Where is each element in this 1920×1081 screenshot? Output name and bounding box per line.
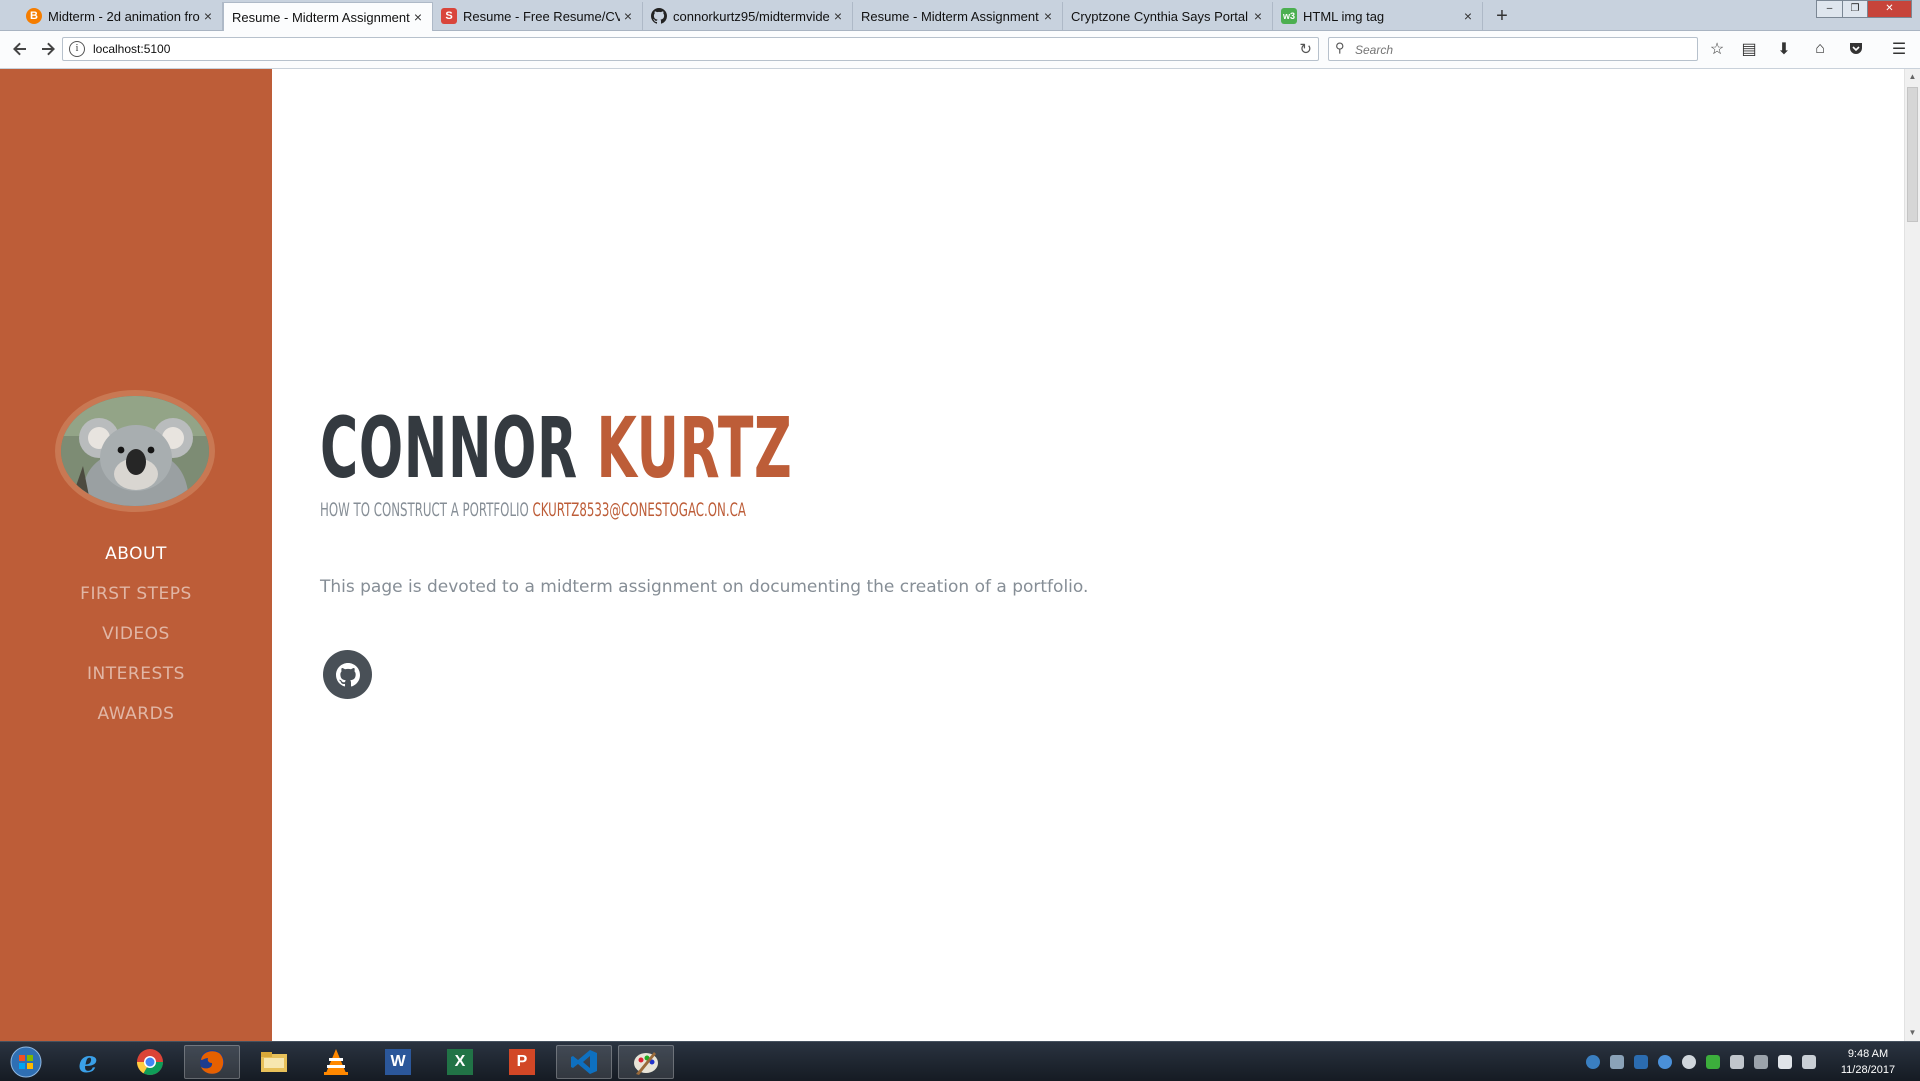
tab-title: Resume - Midterm Assignment [861,8,1039,24]
firefox-taskbar-icon[interactable] [184,1045,240,1079]
page-viewport: ABOUT FIRST STEPS VIDEOS INTERESTS AWARD… [0,69,1904,1041]
forward-button[interactable] [38,39,58,59]
system-clock[interactable]: 9:48 AM 11/28/2017 [1828,1046,1908,1078]
search-bar[interactable]: ⚲ [1328,37,1698,61]
vertical-scrollbar[interactable]: ▲ ▼ [1904,69,1920,1041]
close-window-button[interactable]: ✕ [1867,0,1912,18]
visual-studio-taskbar-icon[interactable] [556,1045,612,1079]
tab-1[interactable]: Resume - Midterm Assignment × [223,2,433,31]
tab-title: Resume - Midterm Assignment [232,9,410,25]
tray-flag-icon[interactable] [1778,1055,1792,1069]
close-icon[interactable]: × [1460,8,1476,24]
vlc-taskbar-icon[interactable] [308,1045,364,1079]
info-icon[interactable]: i [69,41,85,57]
scroll-down-icon[interactable]: ▼ [1905,1025,1920,1041]
tab-title: HTML img tag [1303,8,1385,24]
last-name: KURTZ [596,399,793,497]
close-icon[interactable]: × [830,8,846,24]
reading-list-icon[interactable]: ▤ [1739,39,1759,59]
tray-xbox-icon[interactable] [1682,1055,1696,1069]
sidebar-item-first-steps[interactable]: FIRST STEPS [0,574,272,614]
sidebar: ABOUT FIRST STEPS VIDEOS INTERESTS AWARD… [0,69,272,1041]
startbootstrap-icon: S [441,8,457,24]
tab-strip: B Midterm - 2d animation fron × Resume -… [0,0,1920,31]
tab-title: Cryptzone Cynthia Says Portal [1071,8,1249,24]
tray-network-icon[interactable] [1634,1055,1648,1069]
lead-paragraph: This page is devoted to a midterm assign… [320,577,1089,597]
subheading: HOW TO CONSTRUCT A PORTFOLIO CKURTZ8533@… [320,499,746,521]
tab-3[interactable]: connorkurtz95/midtermvide × [643,2,853,30]
close-icon[interactable]: × [200,8,216,24]
new-tab-button[interactable]: + [1490,4,1514,28]
blogger-icon: B [26,8,42,24]
close-icon[interactable]: × [410,9,426,25]
windows-start-orb-icon [10,1046,42,1078]
home-icon[interactable]: ⌂ [1810,39,1830,59]
word-taskbar-icon[interactable]: W [370,1045,426,1079]
back-arrow-icon [13,42,26,56]
tab-6[interactable]: w3 HTML img tag × [1273,2,1483,30]
file-explorer-taskbar-icon[interactable] [246,1045,302,1079]
tray-tools-icon[interactable] [1610,1055,1624,1069]
sidebar-item-awards[interactable]: AWARDS [0,694,272,734]
w3schools-icon: w3 [1281,8,1297,24]
menu-icon[interactable]: ☰ [1889,39,1909,59]
tray-sync-icon[interactable] [1754,1055,1768,1069]
tab-4[interactable]: Resume - Midterm Assignment × [853,2,1063,30]
excel-taskbar-icon[interactable]: X [432,1045,488,1079]
github-icon [651,8,667,24]
internet-explorer-taskbar-icon[interactable]: e [60,1045,116,1080]
taskbar: e W X P 9:48 AM 11/28/2017 [0,1041,1920,1081]
tray-cloud-icon[interactable] [1658,1055,1672,1069]
subheading-text: HOW TO CONSTRUCT A PORTFOLIO [320,499,529,521]
search-icon: ⚲ [1335,40,1345,55]
avatar [55,390,215,512]
clock-time: 9:48 AM [1847,1048,1889,1060]
tab-title: connorkurtz95/midtermvide [673,8,830,24]
first-name: CONNOR [320,399,578,497]
tray-app-icon[interactable] [1730,1055,1744,1069]
sidebar-nav: ABOUT FIRST STEPS VIDEOS INTERESTS AWARD… [0,534,272,734]
close-icon[interactable]: × [1040,8,1056,24]
download-icon[interactable]: ⬇ [1774,39,1794,59]
close-icon[interactable]: × [620,8,636,24]
back-button[interactable] [10,39,30,59]
tab-title: Midterm - 2d animation fron [48,8,200,24]
tab-title: Resume - Free Resume/CV Bo [463,8,620,24]
scroll-up-icon[interactable]: ▲ [1905,69,1920,85]
clock-date: 11/28/2017 [1840,1064,1896,1076]
reload-icon[interactable]: ↻ [1299,40,1312,58]
navigation-toolbar: i localhost:5100 ↻ ⚲ ☆ ▤ ⬇ ⌂ ☰ [0,31,1920,69]
url-text[interactable]: localhost:5100 [93,42,170,56]
search-input[interactable] [1353,40,1687,60]
email-link[interactable]: CKURTZ8533@CONESTOGAC.ON.CA [533,499,746,521]
github-button[interactable] [323,650,372,699]
forward-arrow-icon [42,42,55,56]
paint-taskbar-icon[interactable] [618,1045,674,1079]
pocket-icon[interactable] [1846,39,1866,59]
tray-security-icon[interactable] [1706,1055,1720,1069]
close-icon[interactable]: × [1250,8,1266,24]
bookmark-star-icon[interactable]: ☆ [1707,39,1727,59]
address-bar[interactable]: i localhost:5100 ↻ [62,37,1319,61]
sidebar-item-about[interactable]: ABOUT [0,534,272,574]
tab-5[interactable]: Cryptzone Cynthia Says Portal × [1063,2,1273,30]
page-title: CONNOR KURTZ [320,399,792,497]
powerpoint-taskbar-icon[interactable]: P [494,1045,550,1079]
start-button[interactable] [0,1045,52,1079]
tab-2[interactable]: S Resume - Free Resume/CV Bo × [433,2,643,30]
koala-photo [61,396,209,506]
sidebar-item-interests[interactable]: INTERESTS [0,654,272,694]
minimize-button[interactable]: – [1816,0,1843,18]
restore-button[interactable]: ❐ [1842,0,1868,18]
chrome-taskbar-icon[interactable] [122,1045,178,1079]
sidebar-item-videos[interactable]: VIDEOS [0,614,272,654]
tab-0[interactable]: B Midterm - 2d animation fron × [18,2,223,30]
tray-globe-icon[interactable] [1586,1055,1600,1069]
scrollbar-thumb[interactable] [1907,87,1918,222]
github-icon [335,662,360,686]
volume-icon[interactable] [1802,1055,1816,1069]
